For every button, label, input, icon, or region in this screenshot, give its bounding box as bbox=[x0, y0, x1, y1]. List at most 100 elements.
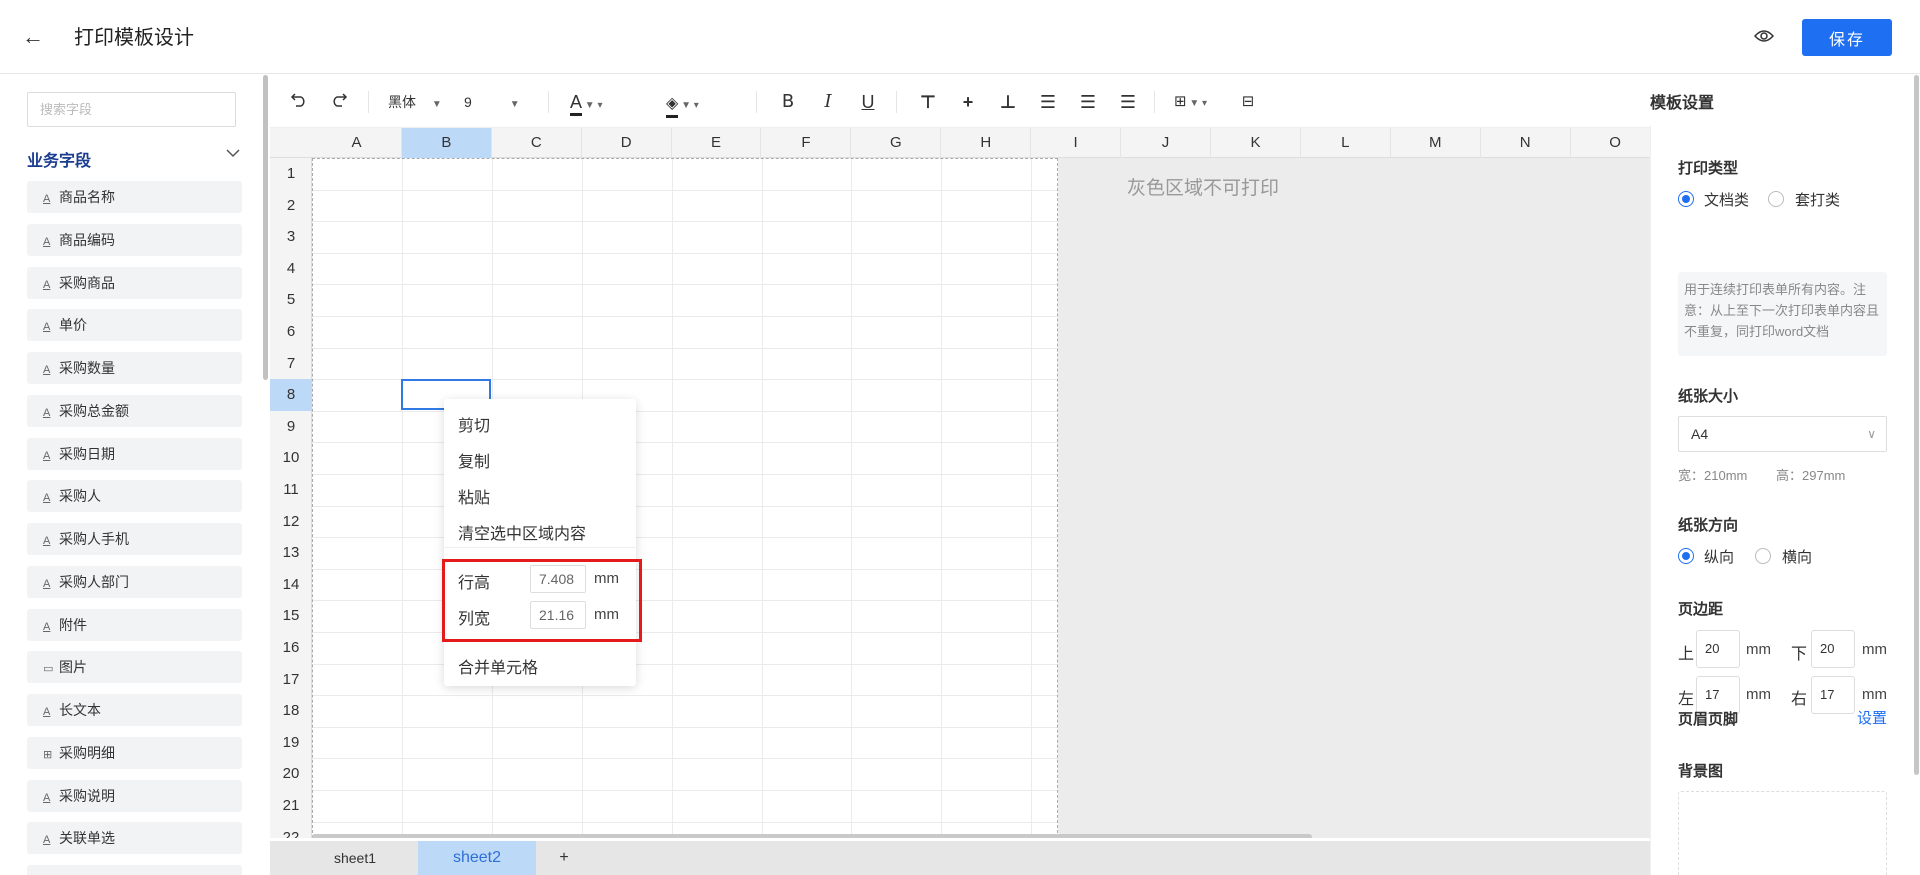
align-left-icon[interactable]: ☰ bbox=[1036, 89, 1060, 115]
font-family-select[interactable]: 黑体 ▼ bbox=[388, 89, 452, 115]
row-header[interactable]: 6 bbox=[270, 316, 312, 348]
field-item[interactable]: A 采购数量 bbox=[27, 352, 242, 384]
radio-overlay-type-label[interactable]: 套打类 bbox=[1795, 189, 1840, 210]
menu-item-paste[interactable]: 粘贴 bbox=[458, 484, 490, 508]
column-header[interactable]: C bbox=[492, 128, 582, 158]
row-header[interactable]: 10 bbox=[270, 442, 312, 474]
preview-eye-icon[interactable] bbox=[1753, 28, 1784, 48]
field-item[interactable]: A 商品名称 bbox=[27, 181, 242, 213]
paper-size-select[interactable]: A4 ∨ bbox=[1678, 416, 1887, 452]
field-item[interactable]: A 商品编码 bbox=[27, 224, 242, 256]
column-header[interactable]: E bbox=[672, 128, 762, 158]
radio-landscape-label[interactable]: 横向 bbox=[1782, 546, 1812, 567]
menu-item-merge[interactable]: 合并单元格 bbox=[458, 654, 538, 678]
add-sheet-button[interactable]: + bbox=[546, 841, 582, 875]
column-header[interactable]: B bbox=[401, 128, 492, 158]
row-header[interactable]: 17 bbox=[270, 664, 312, 696]
row-header[interactable]: 7 bbox=[270, 348, 312, 380]
radio-portrait-label[interactable]: 纵向 bbox=[1704, 546, 1734, 567]
row-header[interactable]: 5 bbox=[270, 284, 312, 316]
radio-landscape[interactable] bbox=[1755, 548, 1771, 564]
italic-icon[interactable]: I bbox=[816, 89, 840, 115]
save-button[interactable]: 保存 bbox=[1802, 19, 1892, 56]
horizontal-scrollbar[interactable] bbox=[312, 834, 1312, 838]
field-item[interactable]: A 采购人手机 bbox=[27, 523, 242, 555]
field-item[interactable]: A 附件 bbox=[27, 609, 242, 641]
column-header[interactable]: M bbox=[1391, 128, 1481, 158]
row-header[interactable]: 16 bbox=[270, 632, 312, 664]
margin-bottom-input[interactable]: 20 bbox=[1811, 630, 1855, 668]
field-item[interactable]: A 关联单选 bbox=[27, 822, 242, 854]
align-bottom-icon[interactable]: ⊥ bbox=[996, 89, 1020, 115]
field-item[interactable]: A 采购说明 bbox=[27, 780, 242, 812]
row-header[interactable]: 18 bbox=[270, 695, 312, 727]
row-header[interactable]: 1 bbox=[270, 158, 312, 190]
field-item[interactable]: ⊞ 采购明细 bbox=[27, 737, 242, 769]
field-item[interactable]: A 采购人部门 bbox=[27, 566, 242, 598]
align-top-icon[interactable]: ⊤ bbox=[916, 89, 940, 115]
row-header[interactable]: 21 bbox=[270, 790, 312, 822]
column-header[interactable]: J bbox=[1121, 128, 1211, 158]
underline-icon[interactable]: U bbox=[856, 89, 880, 115]
font-color-icon[interactable]: A ▼ ▾ bbox=[570, 89, 620, 116]
field-item[interactable]: A 采购日期 bbox=[27, 438, 242, 470]
menu-item-copy[interactable]: 复制 bbox=[458, 448, 490, 472]
margin-right-input[interactable]: 17 bbox=[1811, 676, 1855, 714]
field-item[interactable]: ▭ 图片 bbox=[27, 651, 242, 683]
header-footer-settings-link[interactable]: 设置 bbox=[1857, 707, 1887, 728]
field-search-input[interactable] bbox=[27, 92, 236, 127]
menu-item-cut[interactable]: 剪切 bbox=[458, 412, 490, 436]
column-header[interactable]: F bbox=[762, 128, 852, 158]
row-header[interactable]: 9 bbox=[270, 411, 312, 443]
field-item[interactable]: A 采购总金额 bbox=[27, 395, 242, 427]
redo-icon[interactable] bbox=[326, 89, 352, 115]
back-arrow-icon[interactable]: ← bbox=[22, 24, 52, 50]
radio-document-type-label[interactable]: 文档类 bbox=[1704, 189, 1749, 210]
column-header[interactable]: O bbox=[1571, 128, 1650, 158]
align-middle-icon[interactable]: + bbox=[956, 89, 980, 115]
merge-cells-icon[interactable]: ⊟ bbox=[1236, 89, 1260, 115]
row-header[interactable]: 19 bbox=[270, 727, 312, 759]
row-header[interactable]: 2 bbox=[270, 190, 312, 222]
field-item[interactable] bbox=[27, 865, 242, 875]
align-right-icon[interactable]: ☰ bbox=[1116, 89, 1140, 115]
row-header[interactable]: 15 bbox=[270, 600, 312, 632]
column-header[interactable]: G bbox=[851, 128, 942, 158]
row-header[interactable]: 22 bbox=[270, 822, 312, 838]
row-header[interactable]: 11 bbox=[270, 474, 312, 506]
fill-color-icon[interactable]: ◈ ▼ ▾ bbox=[666, 89, 718, 118]
column-header[interactable]: I bbox=[1031, 128, 1122, 158]
row-header[interactable]: 14 bbox=[270, 569, 312, 601]
row-header[interactable]: 20 bbox=[270, 758, 312, 790]
field-item[interactable]: A 长文本 bbox=[27, 694, 242, 726]
field-item[interactable]: A 单价 bbox=[27, 309, 242, 341]
radio-overlay-type[interactable] bbox=[1768, 191, 1784, 207]
row-header[interactable]: 4 bbox=[270, 253, 312, 285]
border-icon[interactable]: ⊞ ▼ ▾ bbox=[1174, 89, 1224, 115]
column-header[interactable]: L bbox=[1301, 128, 1391, 158]
left-scrollbar[interactable] bbox=[263, 75, 268, 380]
row-header[interactable]: 8 bbox=[270, 379, 312, 411]
font-size-select[interactable]: 9 ▼ bbox=[464, 89, 528, 115]
business-fields-group-title[interactable]: 业务字段 bbox=[27, 147, 91, 171]
row-header[interactable]: 3 bbox=[270, 221, 312, 253]
tab-sheet2[interactable]: sheet2 bbox=[418, 841, 536, 875]
column-header[interactable]: D bbox=[582, 128, 672, 158]
undo-icon[interactable] bbox=[286, 89, 312, 115]
chevron-down-icon[interactable] bbox=[226, 145, 240, 163]
align-center-icon[interactable]: ☰ bbox=[1076, 89, 1100, 115]
background-image-upload[interactable] bbox=[1678, 791, 1887, 875]
column-header[interactable]: H bbox=[941, 128, 1032, 158]
margin-top-input[interactable]: 20 bbox=[1696, 630, 1740, 668]
field-item[interactable]: A 采购人 bbox=[27, 480, 242, 512]
column-header[interactable]: K bbox=[1211, 128, 1301, 158]
radio-document-type[interactable] bbox=[1678, 191, 1694, 207]
column-header[interactable]: A bbox=[312, 128, 402, 158]
row-header[interactable]: 13 bbox=[270, 537, 312, 569]
right-scrollbar[interactable] bbox=[1914, 75, 1919, 775]
tab-sheet1[interactable]: sheet1 bbox=[312, 841, 398, 875]
field-item[interactable]: A 采购商品 bbox=[27, 267, 242, 299]
bold-icon[interactable]: B bbox=[776, 89, 800, 115]
column-header[interactable]: N bbox=[1481, 128, 1571, 158]
menu-item-clear[interactable]: 清空选中区域内容 bbox=[458, 520, 586, 544]
